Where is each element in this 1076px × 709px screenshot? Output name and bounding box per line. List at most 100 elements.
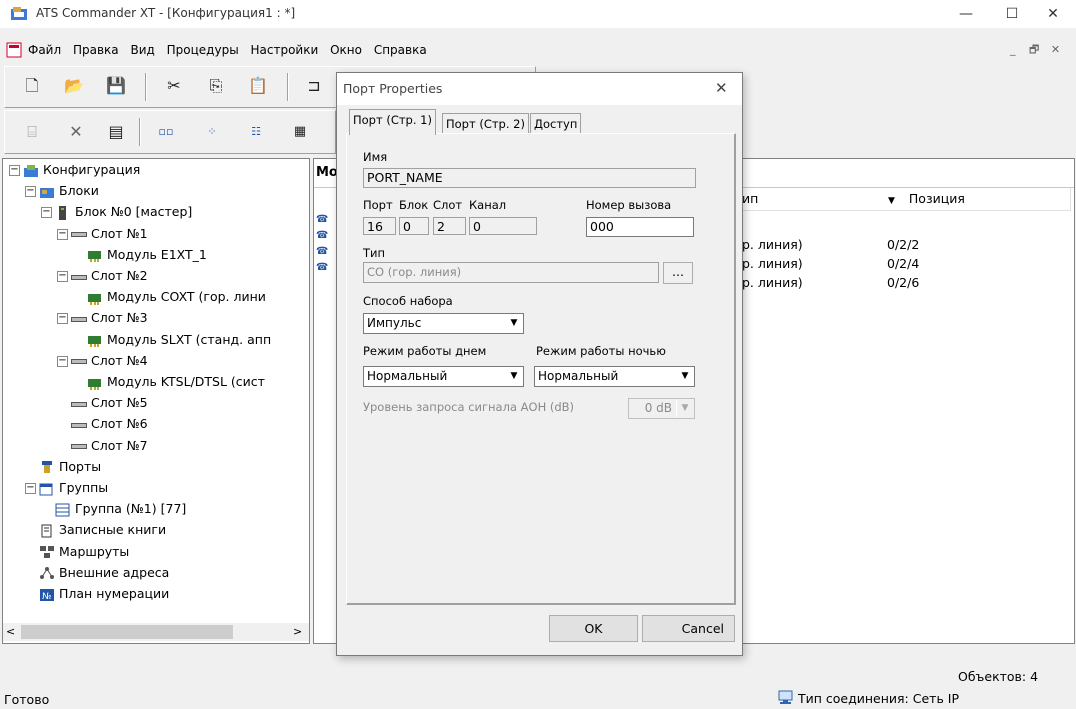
tree-expander[interactable]: − bbox=[57, 355, 68, 367]
tab-port-page2[interactable]: Порт (Стр. 2) bbox=[442, 113, 529, 134]
ports-icon bbox=[39, 460, 55, 474]
tree-item[interactable]: Внешние адреса bbox=[39, 564, 169, 582]
save-icon[interactable]: 💾 bbox=[105, 75, 127, 97]
column-position[interactable]: ▼ Позиция bbox=[880, 188, 1071, 211]
maximize-button[interactable]: ☐ bbox=[989, 0, 1035, 28]
tree-hscrollbar[interactable]: < > bbox=[3, 623, 309, 641]
menu-help[interactable]: Справка bbox=[370, 39, 431, 61]
list-panel-title: Мо bbox=[316, 165, 338, 180]
close-button[interactable]: ✕ bbox=[1030, 0, 1076, 28]
sort-desc-icon: ▼ bbox=[888, 196, 895, 206]
tree-item[interactable]: Группы bbox=[39, 479, 108, 497]
minimize-button[interactable]: — bbox=[943, 0, 989, 28]
tree-item[interactable]: Слот №5 bbox=[71, 394, 148, 412]
window-title: ATS Commander XT - [Конфигурация1 : *] bbox=[36, 6, 296, 20]
column-type[interactable]: ип bbox=[740, 188, 881, 211]
connection-type: Тип соединения: Сеть IP bbox=[798, 691, 960, 706]
ok-button[interactable]: OK bbox=[549, 615, 638, 642]
menu-file[interactable]: Файл bbox=[24, 39, 65, 61]
block-field: 0 bbox=[399, 217, 429, 235]
copy-icon[interactable]: ⎘ bbox=[205, 75, 227, 97]
tree-expander[interactable]: − bbox=[9, 165, 20, 176]
dialog-close-icon[interactable]: ✕ bbox=[715, 79, 728, 97]
scroll-left-icon[interactable]: < bbox=[6, 625, 15, 638]
details-view-icon[interactable]: ▦ bbox=[289, 121, 311, 143]
properties-icon[interactable]: ▤ bbox=[105, 121, 127, 143]
day-mode-select[interactable]: Нормальный ▼ bbox=[363, 366, 524, 387]
dialog-title: Порт Properties bbox=[343, 81, 443, 96]
tab-port-page1[interactable]: Порт (Стр. 1) bbox=[349, 109, 436, 135]
module-icon bbox=[87, 376, 103, 390]
properties-disabled-icon[interactable]: ⌸ bbox=[21, 121, 43, 143]
tab-access[interactable]: Доступ bbox=[530, 113, 582, 134]
delete-icon[interactable]: ✕ bbox=[65, 121, 87, 143]
tree-item-label: Внешние адреса bbox=[59, 564, 170, 580]
tree-item[interactable]: Конфигурация bbox=[23, 161, 140, 179]
table-row-type: р. линия) bbox=[742, 237, 803, 252]
cut-icon[interactable]: ✂ bbox=[163, 75, 185, 97]
mdi-minimize-button[interactable]: _ bbox=[1010, 43, 1016, 56]
scroll-thumb[interactable] bbox=[21, 625, 233, 639]
tree-item[interactable]: Порты bbox=[39, 458, 101, 476]
tree-item[interactable]: Слот №2 bbox=[71, 267, 148, 285]
night-mode-select[interactable]: Нормальный ▼ bbox=[534, 366, 695, 387]
mdi-restore-button[interactable]: 🗗 bbox=[1029, 43, 1039, 56]
config-tree[interactable]: − Конфигурация − Блоки − Блок №0 [мастер] − Сло… bbox=[2, 158, 310, 644]
block-icon bbox=[55, 205, 71, 220]
tree-expander[interactable]: − bbox=[25, 483, 36, 494]
tree-expander[interactable]: − bbox=[41, 207, 52, 219]
mdi-close-button[interactable]: ✕ bbox=[1051, 43, 1060, 56]
name-field[interactable]: PORT_NAME bbox=[363, 168, 696, 188]
tree-item[interactable]: Блоки bbox=[39, 182, 99, 200]
tree-item[interactable]: Слот №6 bbox=[71, 415, 148, 433]
tree-item-label: Модуль E1XT_1 bbox=[107, 246, 207, 262]
connect-icon[interactable]: ⊐ bbox=[303, 75, 325, 97]
tree-item-label: Модуль SLXT (станд. апп bbox=[107, 331, 272, 347]
large-icons-icon[interactable]: ▫▫ bbox=[155, 121, 177, 143]
tree-expander[interactable]: − bbox=[57, 228, 68, 240]
tree-item[interactable]: Слот №1 bbox=[71, 225, 148, 243]
tree-item[interactable]: Слот №3 bbox=[71, 309, 148, 327]
blocks-icon bbox=[39, 185, 55, 199]
menu-window[interactable]: Окно bbox=[326, 39, 366, 61]
scroll-right-icon[interactable]: > bbox=[293, 625, 302, 638]
menu-edit[interactable]: Правка bbox=[69, 39, 123, 61]
port-icon: ☎ bbox=[316, 262, 329, 273]
tree-item[interactable]: Блок №0 [мастер] bbox=[55, 203, 192, 221]
paste-icon[interactable]: 📋 bbox=[247, 75, 269, 97]
tree-expander[interactable]: − bbox=[25, 186, 36, 198]
tree-item[interactable]: Записные книги bbox=[39, 521, 166, 539]
tree-item[interactable]: Группа (№1) [77] bbox=[55, 500, 186, 518]
new-document-icon[interactable]: 🗋 bbox=[21, 75, 43, 97]
menu-procedures[interactable]: Процедуры bbox=[163, 39, 243, 61]
tree-item[interactable]: Слот №4 bbox=[71, 352, 148, 370]
tree-item[interactable]: № План нумерации bbox=[39, 585, 169, 603]
port-icon: ☎ bbox=[316, 230, 329, 241]
dial-method-select[interactable]: Импульс ▼ bbox=[363, 313, 524, 334]
tree-expander[interactable]: − bbox=[57, 271, 68, 282]
menu-settings[interactable]: Настройки bbox=[247, 39, 323, 61]
call-number-field[interactable]: 000 bbox=[586, 217, 694, 237]
slot-icon bbox=[71, 418, 87, 432]
tree-item[interactable]: Маршруты bbox=[39, 543, 129, 561]
tree-item[interactable]: Модуль COXT (гор. лини bbox=[87, 288, 266, 306]
tree-item-label: Группы bbox=[59, 480, 109, 495]
status-ready: Готово bbox=[4, 692, 50, 707]
small-icons-icon[interactable]: ⁘ bbox=[201, 121, 223, 143]
list-view-icon[interactable]: ☷ bbox=[245, 121, 267, 143]
tree-item-label: Конфигурация bbox=[43, 162, 141, 177]
table-row-position: 0/2/4 bbox=[887, 256, 920, 271]
module-icon bbox=[87, 291, 103, 305]
cancel-button[interactable]: Cancel bbox=[642, 615, 735, 642]
tree-expander[interactable]: − bbox=[57, 313, 68, 325]
tree-item[interactable]: Слот №7 bbox=[71, 437, 148, 455]
open-folder-icon[interactable]: 📂 bbox=[63, 75, 85, 97]
tree-item[interactable]: Модуль KTSL/DTSL (сист bbox=[87, 373, 265, 391]
menu-view[interactable]: Вид bbox=[126, 39, 158, 61]
type-browse-button[interactable]: ... bbox=[663, 262, 693, 284]
tree-item[interactable]: Модуль SLXT (станд. апп bbox=[87, 331, 271, 349]
chevron-down-icon: ▼ bbox=[505, 315, 522, 332]
tree-item-label: Слот №3 bbox=[91, 310, 148, 326]
tree-item[interactable]: Модуль E1XT_1 bbox=[87, 246, 207, 264]
table-row-position: 0/2/2 bbox=[887, 237, 920, 252]
